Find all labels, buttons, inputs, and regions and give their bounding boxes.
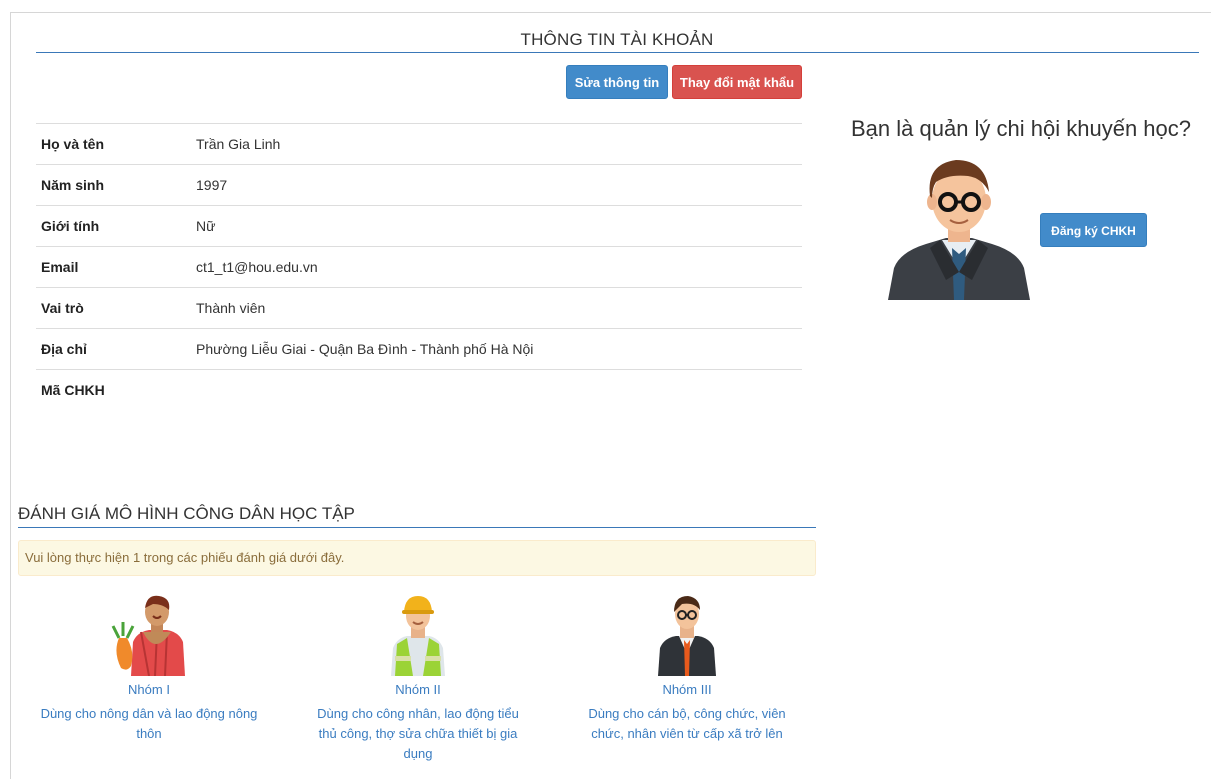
manager-avatar-icon: [888, 160, 1030, 300]
account-info-table: Họ và tên Trần Gia Linh Năm sinh 1997 Gi…: [36, 123, 802, 411]
table-row: Địa chỉ Phường Liễu Giai - Quận Ba Đình …: [36, 328, 802, 370]
field-value: [196, 369, 802, 411]
group-2-description[interactable]: Dùng cho công nhân, lao động tiểu thủ cô…: [288, 704, 548, 764]
field-value: Phường Liễu Giai - Quận Ba Đình - Thành …: [196, 328, 802, 370]
group-3-name[interactable]: Nhóm III: [557, 682, 817, 697]
field-label: Giới tính: [36, 205, 196, 247]
field-value: Thành viên: [196, 287, 802, 329]
table-row: Giới tính Nữ: [36, 205, 802, 247]
field-label: Năm sinh: [36, 164, 196, 206]
group-1-card[interactable]: Nhóm I Dùng cho nông dân và lao động nôn…: [19, 592, 279, 744]
description-line: Dùng cho cán bộ, công chức, viên: [588, 706, 786, 721]
chkh-manager-question: Bạn là quản lý chi hội khuyến học?: [851, 116, 1192, 141]
field-value: ct1_t1@hou.edu.vn: [196, 246, 802, 288]
description-line: Dùng cho nông dân và lao động nông: [40, 706, 258, 721]
change-password-button[interactable]: Thay đổi mật khẩu: [672, 65, 802, 99]
table-row: Năm sinh 1997: [36, 164, 802, 206]
field-label: Vai trò: [36, 287, 196, 329]
group-2-name[interactable]: Nhóm II: [288, 682, 548, 697]
group-3-description[interactable]: Dùng cho cán bộ, công chức, viên chức, n…: [557, 704, 817, 744]
description-line: thôn: [136, 726, 162, 741]
farmer-icon: [111, 595, 185, 676]
description-line: Dùng cho công nhân, lao động tiểu: [317, 706, 519, 721]
register-chkh-button[interactable]: Đăng ký CHKH: [1040, 213, 1147, 247]
evaluation-title-rule: [18, 527, 816, 528]
table-row: Vai trò Thành viên: [36, 287, 802, 329]
description-line: chức, nhân viên từ cấp xã trở lên: [591, 726, 783, 741]
table-row: Email ct1_t1@hou.edu.vn: [36, 246, 802, 288]
field-label: Email: [36, 246, 196, 288]
table-row: Họ và tên Trần Gia Linh: [36, 123, 802, 165]
frame-top-border: [10, 12, 1211, 13]
field-value: 1997: [196, 164, 802, 206]
account-title-rule: [36, 52, 1199, 53]
field-label: Mã CHKH: [36, 369, 196, 411]
description-line: thủ công, thợ sửa chữa thiết bị gia: [318, 726, 518, 741]
field-label: Địa chỉ: [36, 328, 196, 370]
group-1-name[interactable]: Nhóm I: [19, 682, 279, 697]
field-value: Trần Gia Linh: [196, 123, 802, 165]
group-2-card[interactable]: Nhóm II Dùng cho công nhân, lao động tiể…: [288, 592, 548, 764]
evaluation-title: ĐÁNH GIÁ MÔ HÌNH CÔNG DÂN HỌC TẬP: [18, 504, 355, 523]
group-1-description[interactable]: Dùng cho nông dân và lao động nông thôn: [19, 704, 279, 744]
table-row: Mã CHKH: [36, 369, 802, 411]
frame-left-border: [10, 12, 11, 779]
evaluation-notice: Vui lòng thực hiện 1 trong các phiếu đán…: [18, 540, 816, 576]
field-value: Nữ: [196, 205, 802, 247]
description-line: dụng: [403, 746, 433, 761]
group-3-card[interactable]: Nhóm III Dùng cho cán bộ, công chức, viê…: [557, 592, 817, 744]
officer-icon: [658, 596, 716, 676]
edit-info-button[interactable]: Sửa thông tin: [566, 65, 668, 99]
worker-icon: [391, 596, 445, 676]
field-label: Họ và tên: [36, 123, 196, 165]
account-title: THÔNG TIN TÀI KHOẢN: [520, 30, 714, 49]
